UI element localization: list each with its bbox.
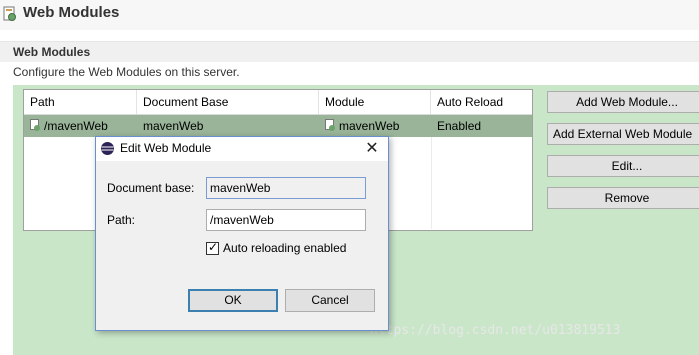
module-icon: [30, 119, 40, 131]
dialog-title-bar[interactable]: Edit Web Module ✕: [96, 137, 388, 161]
section-title: Web Modules: [13, 45, 91, 59]
path-field[interactable]: /mavenWeb: [206, 209, 366, 231]
close-icon[interactable]: ✕: [362, 138, 382, 158]
section-description: Configure the Web Modules on this server…: [13, 65, 240, 79]
table-header: Path Document Base Module Auto Reload: [24, 90, 532, 115]
eclipse-icon: [101, 142, 114, 155]
check-icon: ✓: [208, 240, 219, 254]
remove-button[interactable]: Remove: [547, 187, 699, 209]
column-header-auto-reload[interactable]: Auto Reload: [431, 90, 532, 114]
editor-title-bar: Web Modules: [0, 0, 699, 30]
page-title: Web Modules: [23, 4, 120, 21]
section-header: Web Modules: [0, 41, 699, 62]
cell-auto-reload: Enabled: [437, 119, 482, 133]
cell-document-base: mavenWeb: [143, 119, 204, 133]
auto-reload-checkbox[interactable]: ✓: [206, 240, 219, 255]
cell-module: mavenWeb: [319, 115, 431, 137]
column-header-module[interactable]: Module: [319, 90, 431, 114]
add-external-web-module-button[interactable]: Add External Web Module: [547, 123, 699, 145]
document-base-label: Document base:: [107, 181, 195, 195]
edit-button[interactable]: Edit...: [547, 155, 699, 177]
add-web-module-button[interactable]: Add Web Module...: [547, 91, 699, 113]
document-base-field[interactable]: mavenWeb: [206, 177, 366, 199]
auto-reload-label[interactable]: Auto reloading enabled: [223, 241, 346, 255]
table-row[interactable]: /mavenWeb mavenWeb mavenWeb Enabled: [24, 115, 532, 137]
edit-web-module-dialog: Edit Web Module ✕ Document base: mavenWe…: [95, 136, 389, 331]
watermark: https://blog.csdn.net/u013819513: [370, 323, 621, 338]
path-label: Path:: [107, 213, 136, 227]
cell-path: /mavenWeb: [24, 115, 137, 137]
server-module-icon: [3, 6, 16, 21]
module-icon: [325, 119, 335, 131]
column-divider: [431, 137, 432, 229]
column-header-path[interactable]: Path: [24, 90, 137, 114]
cancel-button[interactable]: Cancel: [285, 289, 375, 312]
ok-button[interactable]: OK: [188, 289, 278, 312]
cell-path-text: /mavenWeb: [44, 119, 108, 133]
cell-module-text: mavenWeb: [339, 119, 400, 133]
column-header-document-base[interactable]: Document Base: [137, 90, 319, 114]
dialog-title: Edit Web Module: [120, 141, 212, 155]
